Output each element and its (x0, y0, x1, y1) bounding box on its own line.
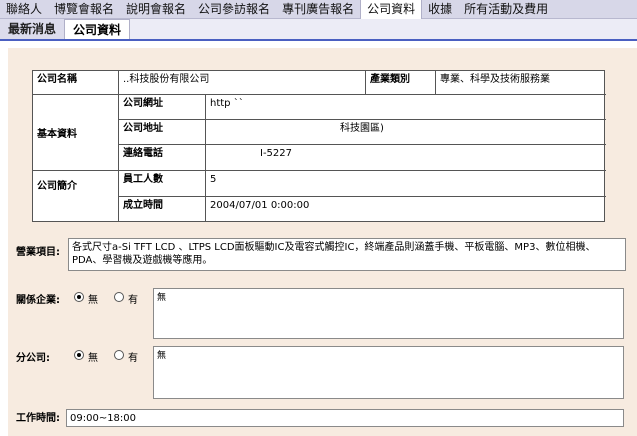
business-items-label: 營業項目: (16, 247, 60, 258)
company-name-label: 公司名稱 (33, 71, 119, 95)
address-value: 科技園區) (206, 120, 606, 145)
nav-contacts[interactable]: 聯絡人 (0, 0, 48, 19)
affiliate-textarea[interactable]: 無 (153, 288, 624, 339)
industry-label: 產業類別 (366, 71, 436, 95)
company-info-panel: 公司名稱 ..科技股份有限公司 產業類別 專業、科學及技術服務業 基本資料 公司… (8, 48, 637, 436)
phone-value: I-5227 (206, 145, 606, 171)
basic-info-table: 公司名稱 ..科技股份有限公司 產業類別 專業、科學及技術服務業 基本資料 公司… (32, 70, 606, 222)
branch-textarea[interactable]: 無 (153, 346, 624, 399)
industry-value: 專業、科學及技術服務業 (436, 71, 606, 95)
phone-label: 連絡電話 (119, 145, 206, 171)
sub-tabs: 最新消息 公司資料 (0, 19, 637, 39)
website-value[interactable]: http `` (206, 95, 606, 120)
basic-info-label: 基本資料 (33, 95, 119, 171)
nav-all-activities-fees[interactable]: 所有活動及費用 (458, 0, 554, 19)
company-intro-label: 公司簡介 (33, 171, 119, 222)
affiliate-radio-yes[interactable] (114, 292, 124, 302)
address-label: 公司地址 (119, 120, 206, 145)
top-navigation: 聯絡人 博覽會報名 說明會報名 公司參訪報名 專刊廣告報名 公司資料 收據 所有… (0, 0, 637, 19)
affiliate-radio-yes-label: 有 (128, 295, 138, 306)
nav-seminar-registration[interactable]: 說明會報名 (120, 0, 192, 19)
affiliate-label: 關係企業: (16, 295, 60, 306)
work-hours-label: 工作時間: (16, 413, 60, 424)
branch-radio-yes[interactable] (114, 350, 124, 360)
nav-expo-registration[interactable]: 博覽會報名 (48, 0, 120, 19)
founded-value: 2004/07/01 0:00:00 (210, 200, 310, 211)
branch-label: 分公司: (16, 353, 50, 364)
affiliate-radio-no-label: 無 (88, 295, 98, 306)
website-label: 公司網址 (119, 95, 206, 120)
founded-label: 成立時間 (119, 197, 206, 222)
tab-divider (0, 39, 637, 41)
nav-company-info[interactable]: 公司資料 (360, 0, 423, 19)
nav-ad-registration[interactable]: 專刊廣告報名 (276, 0, 360, 19)
employees-value: 5 (206, 171, 606, 197)
nav-company-visit-registration[interactable]: 公司參訪報名 (192, 0, 276, 19)
affiliate-note-text: 無 (157, 293, 167, 303)
business-items-textarea[interactable]: 各式尺寸a-Si TFT LCD 、LTPS LCD面板驅動IC及電容式觸控IC… (68, 238, 626, 271)
company-name-value: ..科技股份有限公司 (119, 71, 366, 95)
branch-radio-no[interactable] (74, 350, 84, 360)
employees-label: 員工人數 (119, 171, 206, 197)
affiliate-radio-no[interactable] (74, 292, 84, 302)
tab-latest-news[interactable]: 最新消息 (0, 19, 65, 39)
work-hours-input[interactable]: 09:00~18:00 (66, 409, 624, 427)
branch-radio-yes-label: 有 (128, 353, 138, 364)
branch-note-text: 無 (157, 351, 167, 361)
branch-radio-no-label: 無 (88, 353, 98, 364)
tab-company-info[interactable]: 公司資料 (64, 19, 131, 39)
nav-receipts[interactable]: 收據 (422, 0, 458, 19)
